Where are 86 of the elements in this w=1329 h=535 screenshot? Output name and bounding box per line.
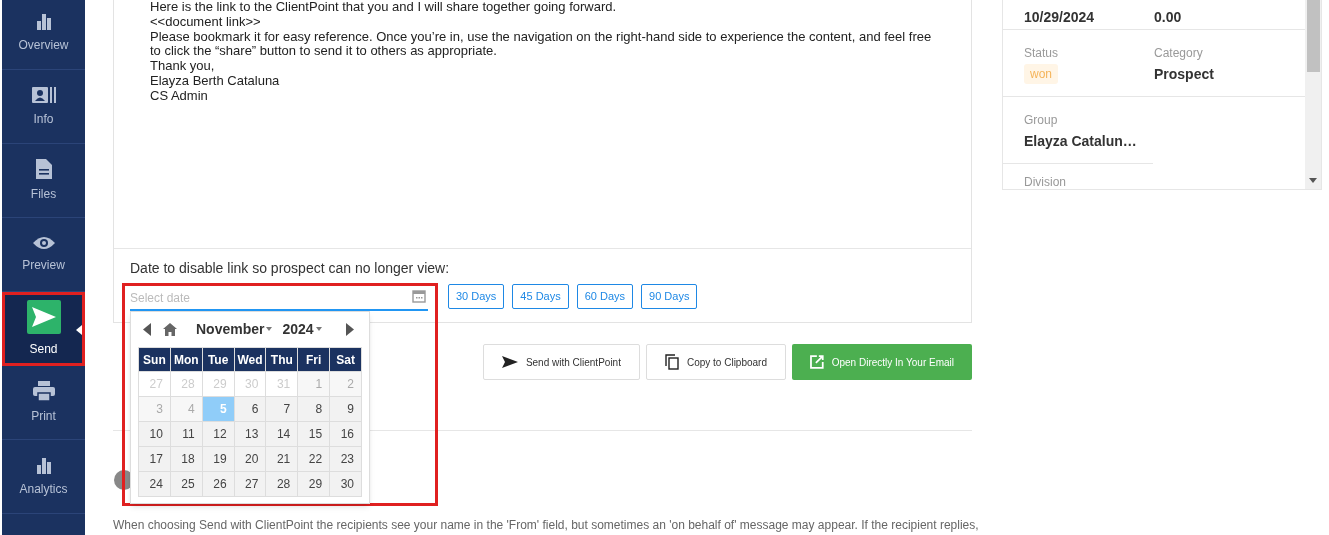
detail-label: Group xyxy=(1024,112,1058,129)
weekday-header: Wed xyxy=(234,348,267,372)
calendar-day[interactable]: 30 xyxy=(330,472,362,497)
preset-button[interactable]: 60 Days xyxy=(576,284,634,309)
id-card-icon xyxy=(31,85,56,104)
calendar-day[interactable]: 26 xyxy=(202,472,235,497)
bar-chart-icon xyxy=(34,455,53,474)
message-line: <<document link>> xyxy=(150,14,261,30)
calendar-day[interactable]: 18 xyxy=(170,447,203,472)
send-icon xyxy=(501,356,518,368)
scroll-down-icon[interactable] xyxy=(1309,178,1317,183)
weekday-header: Tue xyxy=(202,348,235,372)
send-icon xyxy=(26,299,61,334)
calendar-day: 1 xyxy=(298,372,331,397)
calendar-day[interactable]: 15 xyxy=(298,422,331,447)
info-text: When choosing Send with ClientPoint the recipients see your name in the 'From' field, but sometimes an 'on behalf of' message may appear. If the recipient replies, xyxy=(113,517,979,534)
calendar-day: 2 xyxy=(330,372,362,397)
action-button[interactable]: Copy to Clipboard xyxy=(645,344,786,380)
calendar-day[interactable]: 7 xyxy=(266,397,299,422)
detail-label: Status xyxy=(1024,45,1059,62)
weekday-header: Sun xyxy=(139,348,171,372)
home-icon[interactable] xyxy=(163,322,177,336)
calendar-day[interactable]: 20 xyxy=(234,447,267,472)
calendar-day[interactable]: 9 xyxy=(330,397,362,422)
detail-label: Division xyxy=(1024,174,1066,189)
copy-icon xyxy=(664,354,679,370)
status-badge: won xyxy=(1024,64,1058,84)
message-line: Here is the link to the ClientPoint that you and I will share together going forward. xyxy=(150,0,617,15)
message-line: CS Admin xyxy=(150,88,208,104)
message-line: Elayza Berth Cataluna xyxy=(150,74,280,89)
calendar-day[interactable]: 6 xyxy=(234,397,267,422)
weekday-header: Sat xyxy=(330,348,362,372)
preset-button[interactable]: 30 Days xyxy=(448,284,505,309)
weekday-header: Mon xyxy=(170,348,203,372)
message-line: Thank you, xyxy=(150,59,215,74)
detail-value: 10/29/2024 xyxy=(1024,8,1095,27)
scrollbar[interactable] xyxy=(1305,0,1321,189)
calendar-day[interactable]: 23 xyxy=(330,447,362,472)
sidebar-item[interactable]: Print xyxy=(2,366,85,440)
calendar-day[interactable]: 12 xyxy=(202,422,235,447)
preset-button[interactable]: 45 Days xyxy=(512,284,569,309)
detail-label: Category xyxy=(1154,45,1203,62)
detail-value: 0.00 xyxy=(1154,8,1182,27)
calendar-day[interactable]: 22 xyxy=(298,447,331,472)
eye-icon xyxy=(32,235,55,250)
caret-icon xyxy=(315,327,322,331)
calendar-day[interactable]: 8 xyxy=(298,397,331,422)
bar-chart-icon xyxy=(34,11,53,30)
message-line: to click the “share” button to send it to others as appropriate. xyxy=(150,44,497,60)
month-dropdown[interactable]: November xyxy=(196,318,273,340)
calendar-day: 3 xyxy=(139,397,171,422)
printer-icon xyxy=(32,380,55,401)
previous-icon[interactable] xyxy=(143,322,151,336)
year-dropdown[interactable]: 2024 xyxy=(282,318,322,340)
calendar-day[interactable]: 28 xyxy=(266,472,299,497)
calendar-day[interactable]: 29 xyxy=(298,472,331,497)
calendar-day[interactable]: 11 xyxy=(170,422,203,447)
calendar-day[interactable]: 16 xyxy=(330,422,362,447)
calendar-day[interactable]: 25 xyxy=(170,472,203,497)
message-line: Please bookmark it for easy reference. Once you’re in, use the navigation on the right-hand side to experience the content, and feel free xyxy=(150,29,932,45)
calendar-day[interactable]: 21 xyxy=(266,447,299,472)
calendar-day[interactable]: 17 xyxy=(139,447,171,472)
calendar-day: 4 xyxy=(170,397,203,422)
detail-value: Prospect xyxy=(1154,65,1214,84)
preset-button[interactable]: 90 Days xyxy=(641,284,698,309)
calendar-day[interactable]: 19 xyxy=(202,447,235,472)
document-icon xyxy=(35,158,52,179)
sidebar-item[interactable]: Send xyxy=(2,292,85,366)
action-button[interactable]: Send with ClientPoint xyxy=(482,344,640,380)
calendar-day[interactable]: 24 xyxy=(139,472,171,497)
field-label: Date to disable link so prospect can no longer view: xyxy=(130,259,450,278)
open-external-icon xyxy=(810,355,824,369)
calendar-day[interactable]: 10 xyxy=(139,422,171,447)
sidebar-item[interactable]: Overview xyxy=(2,0,85,70)
weekday-header: Thu xyxy=(266,348,299,372)
calendar-day[interactable]: 13 xyxy=(234,422,267,447)
next-icon[interactable] xyxy=(346,322,354,336)
caret-icon xyxy=(266,327,273,331)
calendar-icon[interactable] xyxy=(412,288,426,303)
weekday-header: Fri xyxy=(298,348,331,372)
calendar-day[interactable]: 27 xyxy=(234,472,267,497)
detail-value: Elayza Catalun… xyxy=(1024,132,1137,151)
calendar-day[interactable]: 14 xyxy=(266,422,299,447)
sidebar-item[interactable]: Info xyxy=(2,70,85,144)
sidebar-item[interactable]: Files xyxy=(2,144,85,218)
sidebar-item[interactable]: Analytics xyxy=(2,440,85,514)
